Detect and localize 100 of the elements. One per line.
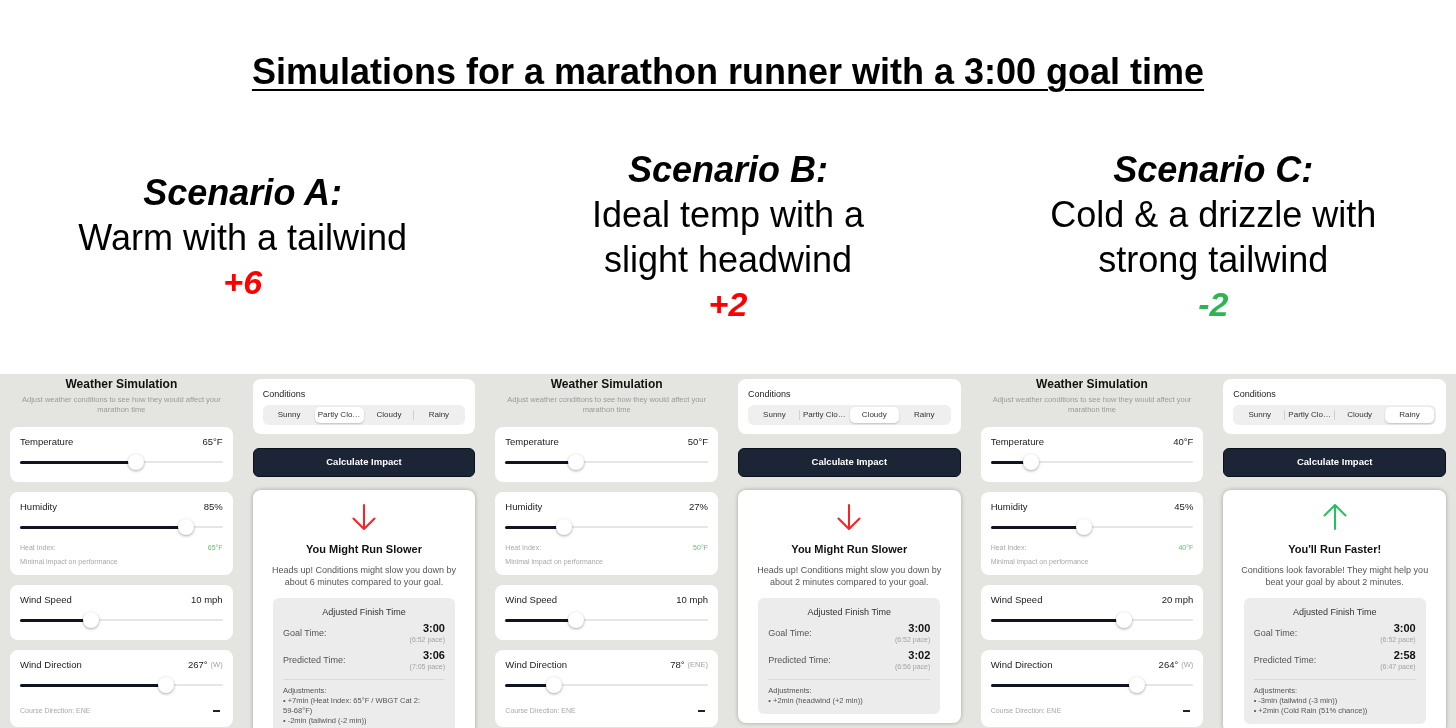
segment-option[interactable]: Sunny [1235, 407, 1285, 423]
slider-label: Wind Direction [990, 659, 1053, 671]
slider-label: Wind Direction [505, 659, 568, 671]
slider-track[interactable] [20, 677, 223, 693]
slider-thumb[interactable] [1116, 612, 1133, 628]
slider-value: 10 mph [676, 594, 708, 606]
time-value: 3:00 [908, 621, 931, 635]
slider-label: Humidity [20, 501, 57, 513]
slider-track[interactable] [990, 519, 1194, 535]
slider-value: 50°F [687, 436, 708, 448]
calculate-button[interactable]: Calculate Impact [738, 448, 961, 477]
slider-thumb[interactable] [82, 612, 99, 628]
slider-label: Wind Speed [20, 594, 72, 606]
time-value: 3:02 [908, 648, 931, 662]
time-label: Predicted Time: [283, 653, 346, 666]
slider-track[interactable] [505, 677, 708, 693]
segment-option[interactable]: Partly Clo… [799, 407, 849, 423]
slider-track[interactable] [990, 677, 1194, 693]
slider-label: Temperature [20, 436, 74, 448]
slider-value: 40°F [1173, 436, 1194, 448]
slider-track[interactable] [505, 612, 708, 628]
scenario-description: Ideal temp with a slight headwind [590, 193, 866, 282]
time-value: 3:00 [1393, 621, 1416, 635]
conditions-label: Conditions [1233, 388, 1277, 400]
result-title: You'll Run Faster! [1288, 542, 1382, 556]
slider-thumb[interactable] [1075, 519, 1092, 535]
time-label: Goal Time: [1253, 626, 1298, 639]
slider-value: 10 mph [190, 594, 223, 606]
dash-icon [698, 709, 705, 712]
slider-value: 78° [670, 659, 685, 671]
slider-label: Temperature [505, 436, 559, 448]
slider-thumb[interactable] [127, 454, 144, 470]
time-value: 3:00 [422, 621, 445, 635]
slider-thumb[interactable] [545, 677, 562, 693]
slider-track[interactable] [505, 454, 708, 470]
slider-track[interactable] [20, 612, 223, 628]
slider-track[interactable] [990, 612, 1194, 628]
slider-thumb[interactable] [1023, 454, 1040, 470]
dash-icon [212, 709, 220, 712]
finish-time-title: Adjusted Finish Time [806, 606, 893, 618]
result-message: Conditions look favorable! They might help you beat your goal by about 2 minutes. [1240, 564, 1430, 588]
slider-thumb[interactable] [157, 677, 174, 693]
arrow-down-icon [352, 504, 376, 530]
result-message: Heads up! Conditions might slow you down by about 6 minutes compared to your goal. [270, 564, 458, 588]
slider-thumb[interactable] [1128, 677, 1145, 693]
slider-label: Wind Speed [505, 594, 558, 606]
segment-option[interactable]: Rainy [414, 407, 464, 423]
slider-label: Temperature [990, 436, 1044, 448]
segment-option[interactable]: Rainy [1385, 407, 1434, 423]
segment-option[interactable]: Sunny [750, 407, 799, 423]
panel-title: Weather Simulation [64, 376, 179, 392]
segment-option[interactable]: Rainy [899, 407, 949, 423]
arrow-down-icon [837, 504, 862, 530]
slider-label: Wind Speed [990, 594, 1043, 606]
time-label: Predicted Time: [768, 653, 831, 666]
calculate-button[interactable]: Calculate Impact [252, 448, 476, 477]
slider-label: Humidity [990, 501, 1028, 513]
scenario-title: Scenario B: [627, 148, 828, 192]
slider-track[interactable] [20, 519, 223, 535]
segment-option[interactable]: Sunny [264, 407, 314, 423]
slider-thumb[interactable] [178, 519, 195, 535]
slider-value: 45% [1174, 501, 1194, 513]
slider-thumb[interactable] [568, 612, 585, 628]
slider-thumb[interactable] [568, 454, 585, 470]
slider-value: 85% [203, 501, 223, 513]
slider-label: Wind Direction [20, 659, 82, 671]
segment-option[interactable]: Cloudy [849, 407, 899, 423]
scenario-description: Cold & a drizzle with strong tailwind [1049, 193, 1378, 282]
scenario-title: Scenario A: [143, 170, 343, 215]
result-message: Heads up! Conditions might slow you down by about 2 minutes compared to your goal. [756, 564, 943, 588]
segment-option[interactable]: Partly Clo… [314, 407, 364, 423]
conditions-label: Conditions [262, 388, 307, 400]
slider-value: 27% [688, 501, 708, 513]
slider-track[interactable] [20, 454, 223, 470]
calculate-button[interactable]: Calculate Impact [1223, 448, 1446, 477]
time-label: Goal Time: [768, 626, 812, 639]
result-title: You Might Run Slower [791, 542, 908, 556]
segment-option[interactable]: Cloudy [364, 407, 414, 423]
scenario-delta: +2 [708, 284, 748, 325]
slider-value: 267° [187, 659, 208, 671]
segment-option[interactable]: Cloudy [1335, 407, 1385, 423]
slider-thumb[interactable] [556, 519, 573, 535]
scenario-title: Scenario C: [1113, 148, 1314, 192]
slider-value: 65°F [202, 436, 223, 448]
time-label: Goal Time: [283, 626, 327, 639]
finish-time-title: Adjusted Finish Time [321, 606, 407, 618]
segment-option[interactable]: Partly Clo… [1285, 407, 1335, 423]
scenario-delta: +6 [223, 261, 263, 303]
time-value: 2:58 [1393, 648, 1416, 662]
page-title: Simulations for a marathon runner with a 3:00 goal time [251, 52, 1205, 92]
slider-track[interactable] [505, 519, 708, 535]
conditions-label: Conditions [748, 388, 792, 400]
scenario-description: Warm with a tailwind [78, 215, 408, 260]
slider-label: Humidity [505, 501, 543, 513]
scenario-delta: -2 [1198, 284, 1229, 325]
slider-value: 264° [1158, 659, 1179, 671]
slider-value: 20 mph [1161, 594, 1194, 606]
panel-title: Weather Simulation [549, 376, 664, 392]
slider-track[interactable] [990, 454, 1194, 470]
result-title: You Might Run Slower [306, 542, 422, 556]
